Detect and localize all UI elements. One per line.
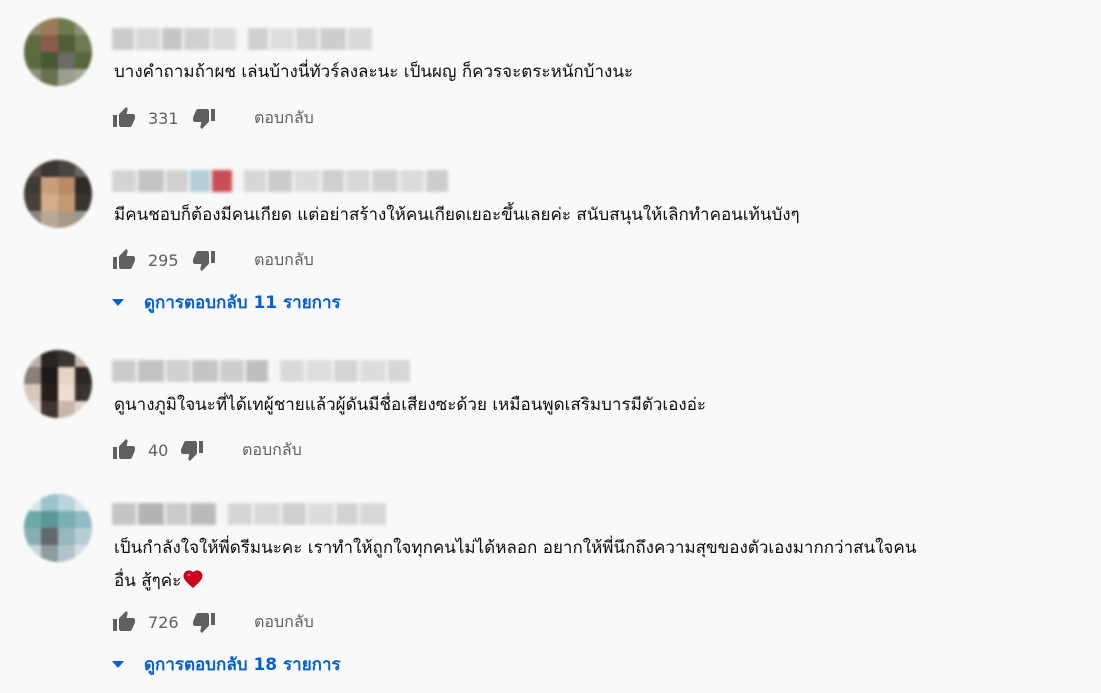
like-count: 726	[148, 612, 179, 632]
reply-button[interactable]: ตอบกลับ	[254, 248, 314, 273]
comment-actions: 40 ตอบกลับ	[112, 438, 302, 462]
thumb-up-icon[interactable]	[112, 106, 136, 130]
view-replies-label: ดูการตอบกลับ 18 รายการ	[144, 654, 341, 675]
avatar[interactable]	[24, 18, 92, 86]
caret-down-icon	[112, 298, 124, 306]
thumb-down-icon[interactable]	[192, 106, 216, 130]
reply-button[interactable]: ตอบกลับ	[254, 610, 314, 635]
author-name-redacted[interactable]	[112, 503, 386, 525]
avatar[interactable]	[24, 160, 92, 228]
comment-actions: 295 ตอบกลับ	[112, 248, 314, 272]
comment-text: มีคนชอบก็ต้องมีคนเกียด แต่อย่าสร้างให้คน…	[114, 205, 800, 225]
comment-text: เป็นกำลังใจให้พี่ดรีมนะคะ เราทำให้ถูกใจท…	[114, 532, 1074, 598]
reply-button[interactable]: ตอบกลับ	[254, 106, 314, 131]
comment-actions: 331 ตอบกลับ	[112, 106, 314, 130]
avatar[interactable]	[24, 350, 92, 418]
view-replies-button[interactable]: ดูการตอบกลับ 11 รายการ	[110, 290, 341, 314]
comment-text-line: อื่น สู้ๆค่ะ	[114, 571, 182, 591]
view-replies-label: ดูการตอบกลับ 11 รายการ	[144, 292, 341, 313]
view-replies-button[interactable]: ดูการตอบกลับ 18 รายการ	[110, 652, 341, 676]
comment-actions: 726 ตอบกลับ	[112, 610, 314, 634]
thumb-up-icon[interactable]	[112, 610, 136, 634]
author-name-redacted[interactable]	[112, 360, 410, 382]
like-count: 331	[148, 108, 179, 128]
author-name-redacted[interactable]	[112, 170, 448, 192]
comment-text: บางคำถามถ้าผช เล่นบ้างนี่ทัวร์ลงละนะ เป็…	[114, 62, 634, 82]
comment-text: ดูนางภูมิใจนะที่ได้เทผู้ชายแล้วผู้ดันมีช…	[114, 395, 707, 415]
thumb-down-icon[interactable]	[192, 610, 216, 634]
reply-button[interactable]: ตอบกลับ	[242, 438, 302, 463]
thumb-down-icon[interactable]	[192, 248, 216, 272]
like-count: 295	[148, 250, 179, 270]
avatar[interactable]	[24, 494, 92, 562]
comment-text-line: เป็นกำลังใจให้พี่ดรีมนะคะ เราทำให้ถูกใจท…	[114, 538, 917, 558]
caret-down-icon	[112, 660, 124, 668]
red-heart-emoji	[183, 570, 203, 588]
like-count: 40	[148, 440, 169, 460]
thumb-up-icon[interactable]	[112, 438, 136, 462]
thumb-up-icon[interactable]	[112, 248, 136, 272]
thumb-down-icon[interactable]	[180, 438, 204, 462]
author-name-redacted[interactable]	[112, 28, 372, 50]
